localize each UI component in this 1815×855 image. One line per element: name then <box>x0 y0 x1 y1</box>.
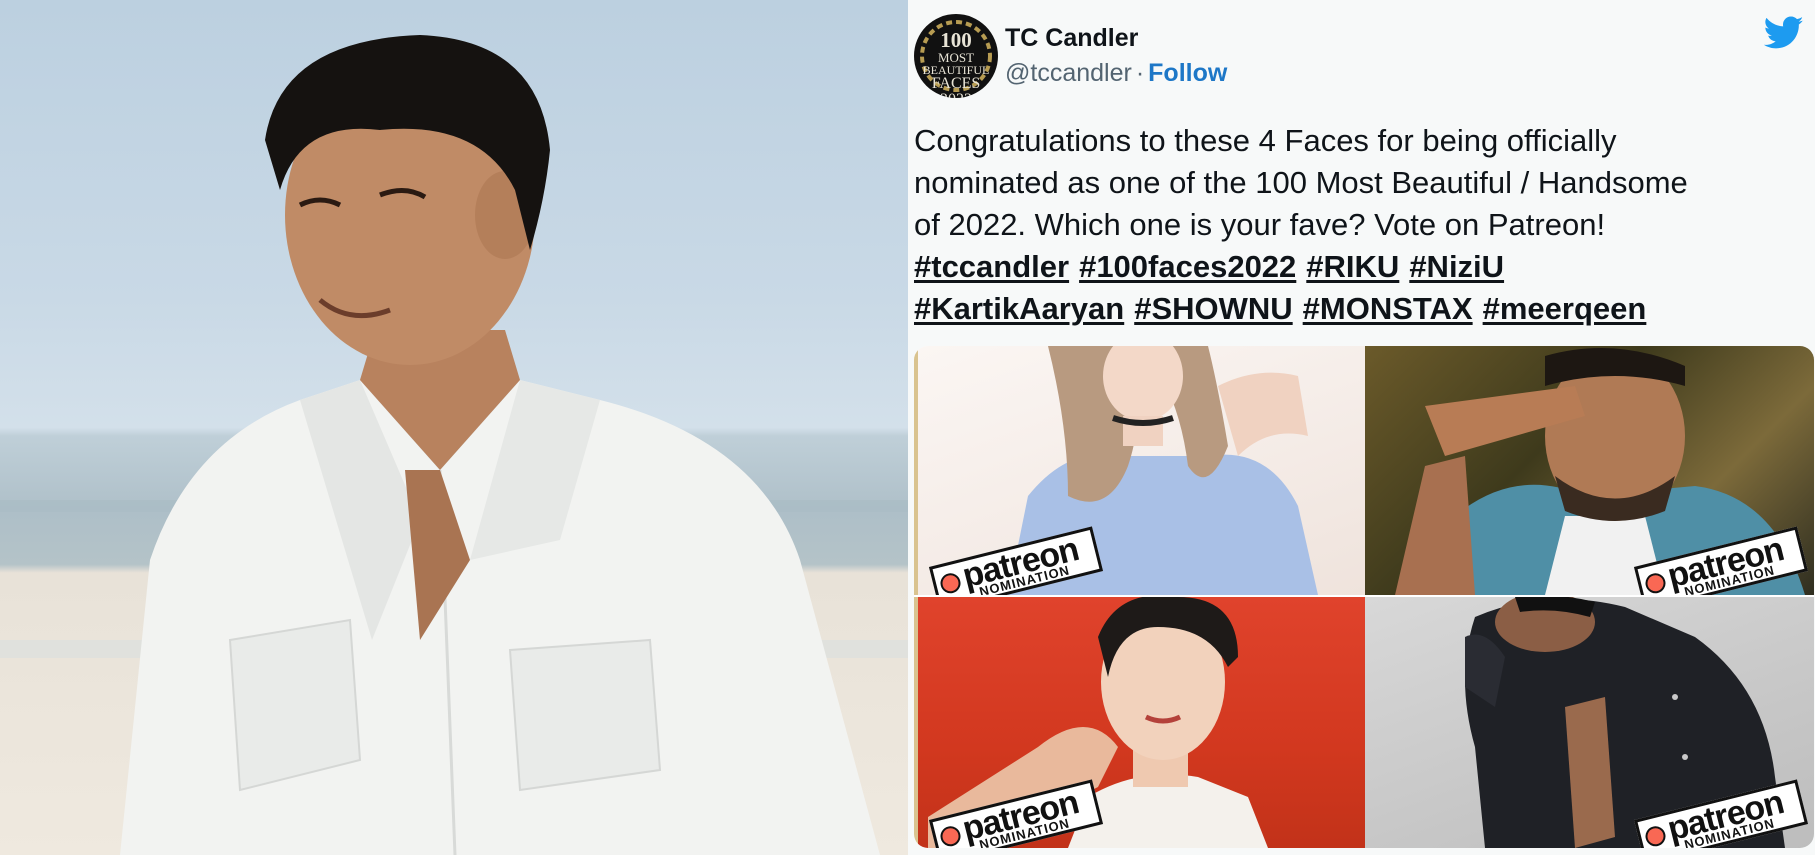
hashtag-100faces2022[interactable]: #100faces2022 <box>1079 249 1296 284</box>
media-image-1[interactable]: patreon NOMINATION <box>914 346 1367 595</box>
hashtag-niziu[interactable]: #NiziU <box>1409 249 1504 284</box>
portrait-illustration <box>0 35 908 855</box>
tweet-text-line: of 2022. Which one is your fave? Vote on… <box>914 207 1606 242</box>
hashtag-monstax[interactable]: #MONSTAX <box>1303 291 1473 326</box>
patreon-logo-icon <box>1643 571 1668 595</box>
follow-button[interactable]: Follow <box>1148 59 1227 87</box>
patreon-logo-icon <box>938 824 963 848</box>
tweet-text-line: nominated as one of the 100 Most Beautif… <box>914 165 1688 200</box>
handle[interactable]: @tccandler <box>1005 59 1132 87</box>
hashtag-kartikaaryan[interactable]: #KartikAaryan <box>914 291 1124 326</box>
tweet-text-line: Congratulations to these 4 Faces for bei… <box>914 123 1617 158</box>
media-image-3[interactable]: patreon NOMINATION <box>914 597 1367 848</box>
patreon-logo-icon <box>1643 824 1668 848</box>
separator: · <box>1135 59 1145 87</box>
display-name[interactable]: TC Candler <box>1005 24 1138 53</box>
avatar[interactable]: 100 MOST BEAUTIFUL FACES 2022 <box>914 14 998 98</box>
media-image-2[interactable]: patreon NOMINATION <box>1365 346 1814 595</box>
left-photo <box>0 0 908 855</box>
hashtag-tccandler[interactable]: #tccandler <box>914 249 1069 284</box>
tweet-text: Congratulations to these 4 Faces for bei… <box>914 120 1804 330</box>
handle-row: @tccandler · Follow <box>1005 59 1227 88</box>
tweet-card: 100 MOST BEAUTIFUL FACES 2022 TC Candler… <box>908 0 1815 855</box>
twitter-bird-icon[interactable] <box>1764 16 1804 50</box>
hashtag-line: #tccandler #100faces2022 #RIKU #NiziU <box>914 246 1804 288</box>
media-grid: patreon NOMINATION patreon NOMINATION pa… <box>914 346 1814 848</box>
hashtag-riku[interactable]: #RIKU <box>1306 249 1399 284</box>
media-image-4[interactable]: patreon NOMINATION <box>1365 597 1814 848</box>
hashtag-line: #KartikAaryan #SHOWNU #MONSTAX #meerqeen <box>914 288 1804 330</box>
patreon-logo-icon <box>938 571 963 595</box>
avatar-logo-text: 100 MOST BEAUTIFUL FACES 2022 <box>922 28 990 99</box>
hashtag-meerqeen[interactable]: #meerqeen <box>1483 291 1647 326</box>
hashtag-shownu[interactable]: #SHOWNU <box>1134 291 1292 326</box>
